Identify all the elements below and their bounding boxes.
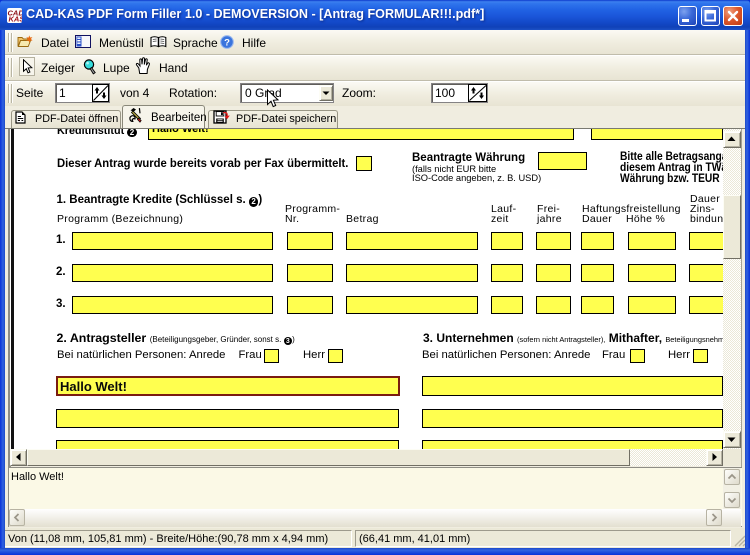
svg-text:KAS: KAS bbox=[9, 15, 23, 24]
svg-text:?: ? bbox=[224, 38, 230, 49]
